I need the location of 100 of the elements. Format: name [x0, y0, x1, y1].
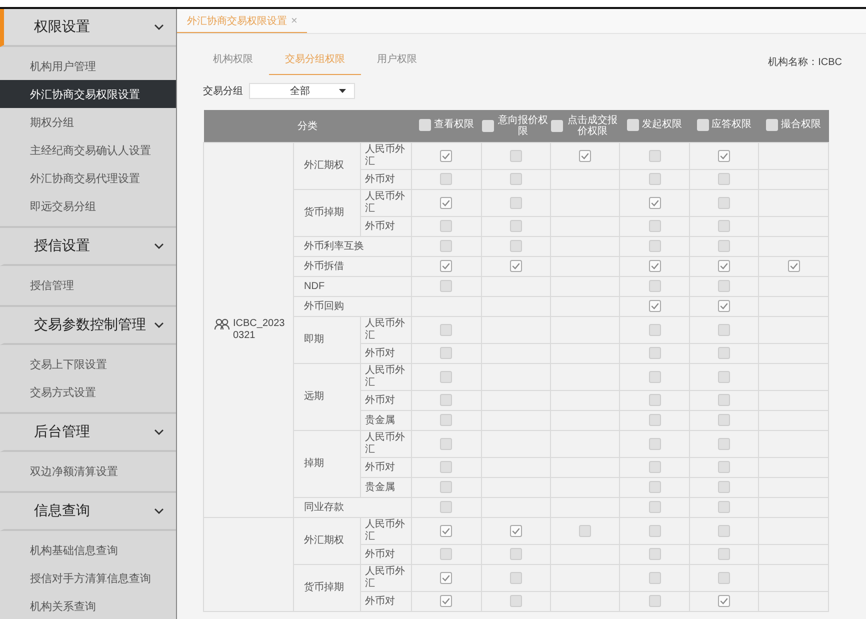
checkbox[interactable]: [648, 501, 661, 514]
checkbox[interactable]: [718, 572, 730, 584]
checkbox[interactable]: [440, 240, 452, 252]
checkbox[interactable]: [648, 150, 661, 162]
checkbox[interactable]: [440, 595, 452, 608]
checkbox[interactable]: [440, 414, 452, 426]
checkbox[interactable]: [648, 260, 661, 272]
checkbox[interactable]: [440, 196, 452, 209]
checkbox[interactable]: [696, 118, 709, 130]
checkbox[interactable]: [718, 196, 730, 209]
checkbox[interactable]: [440, 438, 452, 450]
checkbox[interactable]: [718, 173, 730, 186]
sidebar-item[interactable]: 期权分组: [0, 108, 176, 136]
sidebar-item[interactable]: 即远交易分组: [0, 192, 176, 220]
sidebar-section-header[interactable]: 信息查询: [0, 493, 176, 531]
group-dropdown[interactable]: 全部: [249, 83, 355, 99]
checkbox[interactable]: [648, 280, 661, 292]
checkbox[interactable]: [648, 461, 661, 474]
checkbox[interactable]: [648, 438, 661, 450]
checkbox[interactable]: [510, 173, 522, 186]
checkbox[interactable]: [718, 370, 730, 383]
checkbox[interactable]: [440, 260, 452, 272]
sidebar-section-header[interactable]: 交易参数控制管理: [0, 307, 176, 345]
checkbox[interactable]: [648, 300, 661, 312]
sidebar-section-header[interactable]: 后台管理: [0, 414, 176, 452]
checkbox[interactable]: [648, 196, 661, 209]
checkbox[interactable]: [440, 370, 452, 383]
checkbox[interactable]: [648, 173, 661, 186]
checkbox[interactable]: [440, 481, 452, 494]
checkbox[interactable]: [510, 524, 522, 537]
checkbox[interactable]: [440, 524, 452, 537]
checkbox[interactable]: [510, 260, 522, 272]
checkbox[interactable]: [718, 438, 730, 450]
checkbox[interactable]: [440, 501, 452, 514]
sidebar-item[interactable]: 授信对手方清算信息查询: [0, 564, 176, 592]
checkbox[interactable]: [510, 220, 522, 232]
checkbox[interactable]: [718, 220, 730, 232]
sidebar-item[interactable]: 双边净额清算设置: [0, 457, 176, 485]
checkbox[interactable]: [440, 173, 452, 186]
checkbox[interactable]: [718, 501, 730, 514]
checkbox[interactable]: [718, 260, 730, 272]
sidebar-section-header[interactable]: 权限设置: [0, 9, 176, 47]
checkbox[interactable]: [788, 260, 800, 272]
sidebar-item[interactable]: 机构基础信息查询: [0, 536, 176, 564]
checkbox[interactable]: [766, 118, 778, 130]
sidebar-item[interactable]: 主经纪商交易确认人设置: [0, 136, 176, 164]
sidebar-item[interactable]: 授信管理: [0, 271, 176, 299]
sidebar-item[interactable]: 机构用户管理: [0, 52, 176, 80]
checkbox[interactable]: [440, 220, 452, 232]
checkbox[interactable]: [440, 548, 452, 560]
checkbox[interactable]: [579, 524, 592, 537]
checkbox[interactable]: [718, 280, 730, 292]
checkbox[interactable]: [418, 118, 431, 130]
sidebar-item[interactable]: 机构关系查询: [0, 592, 176, 619]
checkbox[interactable]: [718, 394, 730, 406]
checkbox[interactable]: [648, 220, 661, 232]
checkbox[interactable]: [718, 324, 730, 336]
checkbox[interactable]: [718, 524, 730, 537]
checkbox[interactable]: [648, 572, 661, 584]
checkbox[interactable]: [510, 572, 522, 584]
checkbox[interactable]: [718, 240, 730, 252]
sidebar-section-header[interactable]: 授信设置: [0, 228, 176, 266]
checkbox[interactable]: [440, 150, 452, 162]
checkbox[interactable]: [440, 324, 452, 336]
checkbox[interactable]: [648, 240, 661, 252]
checkbox[interactable]: [648, 414, 661, 426]
sidebar-item[interactable]: 外汇协商交易代理设置: [0, 164, 176, 192]
checkbox[interactable]: [440, 280, 452, 292]
checkbox[interactable]: [718, 481, 730, 494]
sub-tab[interactable]: 用户权限: [361, 48, 433, 75]
sidebar-item[interactable]: 交易上下限设置: [0, 350, 176, 378]
checkbox[interactable]: [579, 150, 592, 162]
checkbox[interactable]: [648, 481, 661, 494]
checkbox[interactable]: [440, 572, 452, 584]
checkbox[interactable]: [482, 120, 494, 132]
checkbox[interactable]: [718, 347, 730, 360]
checkbox[interactable]: [551, 120, 564, 132]
sidebar-item[interactable]: 外汇协商交易权限设置: [0, 80, 176, 108]
checkbox[interactable]: [440, 394, 452, 406]
checkbox[interactable]: [440, 461, 452, 474]
checkbox[interactable]: [648, 370, 661, 383]
checkbox[interactable]: [648, 524, 661, 537]
checkbox[interactable]: [648, 324, 661, 336]
checkbox[interactable]: [627, 118, 640, 130]
checkbox[interactable]: [510, 548, 522, 560]
checkbox[interactable]: [718, 461, 730, 474]
sub-tab[interactable]: 机构权限: [197, 48, 269, 75]
checkbox[interactable]: [510, 595, 522, 608]
checkbox[interactable]: [718, 595, 730, 608]
checkbox[interactable]: [718, 150, 730, 162]
checkbox[interactable]: [510, 150, 522, 162]
sidebar-item[interactable]: 交易方式设置: [0, 378, 176, 406]
checkbox[interactable]: [648, 595, 661, 608]
checkbox[interactable]: [718, 300, 730, 312]
checkbox[interactable]: [440, 347, 452, 360]
checkbox[interactable]: [718, 414, 730, 426]
checkbox[interactable]: [510, 240, 522, 252]
checkbox[interactable]: [648, 394, 661, 406]
checkbox[interactable]: [648, 548, 661, 560]
checkbox[interactable]: [648, 347, 661, 360]
